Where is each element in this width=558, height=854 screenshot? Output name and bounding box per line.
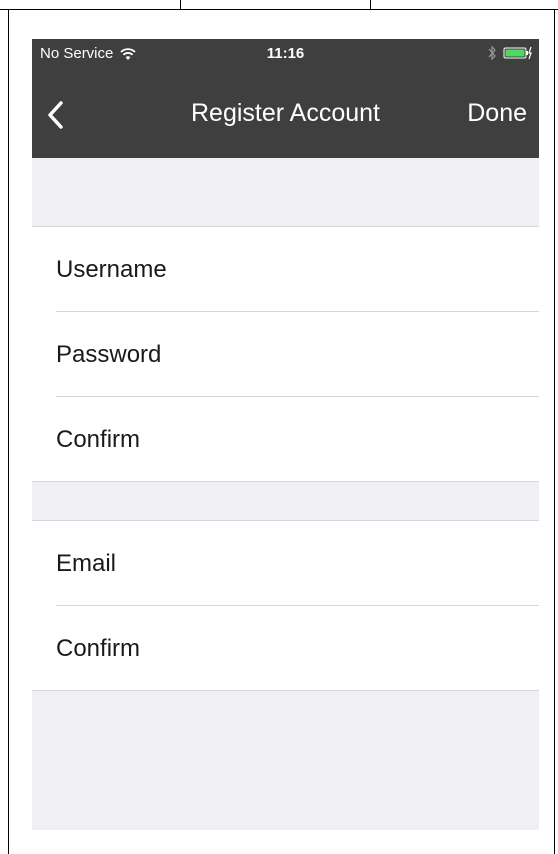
password-label: Password	[56, 340, 162, 368]
username-row[interactable]: Username	[32, 227, 539, 312]
phone-screen: No Service 11:16 Register Account Done U…	[32, 39, 539, 830]
navigation-bar: No Service 11:16 Register Account Done	[32, 39, 539, 158]
frame-right-border	[554, 10, 555, 854]
done-button[interactable]: Done	[467, 99, 527, 128]
email-field[interactable]	[132, 542, 527, 585]
status-right	[487, 45, 533, 61]
confirm-password-field[interactable]	[156, 418, 527, 461]
email-row[interactable]: Email	[32, 521, 539, 606]
battery-charging-icon	[503, 46, 532, 60]
status-bar: No Service 11:16	[32, 39, 539, 69]
confirm-password-label: Confirm	[56, 425, 141, 453]
password-field[interactable]	[177, 333, 527, 376]
bluetooth-icon	[488, 45, 496, 61]
confirm-email-label: Confirm	[56, 634, 141, 662]
confirm-password-row[interactable]: Confirm	[32, 397, 539, 482]
password-row[interactable]: Password	[32, 312, 539, 397]
page-title: Register Account	[191, 99, 380, 127]
status-time: 11:16	[266, 45, 305, 62]
frame-tab-border	[180, 0, 371, 10]
email-label: Email	[56, 549, 117, 577]
username-label: Username	[56, 255, 167, 283]
screenshot-canvas: No Service 11:16 Register Account Done U…	[0, 0, 558, 854]
account-credentials-group: Username Password Confirm	[32, 226, 539, 482]
email-group: Email Confirm	[32, 520, 539, 691]
confirm-email-row[interactable]: Confirm	[32, 606, 539, 691]
username-field[interactable]	[182, 248, 527, 291]
frame-left-border	[8, 10, 9, 854]
confirm-email-field[interactable]	[156, 627, 527, 670]
